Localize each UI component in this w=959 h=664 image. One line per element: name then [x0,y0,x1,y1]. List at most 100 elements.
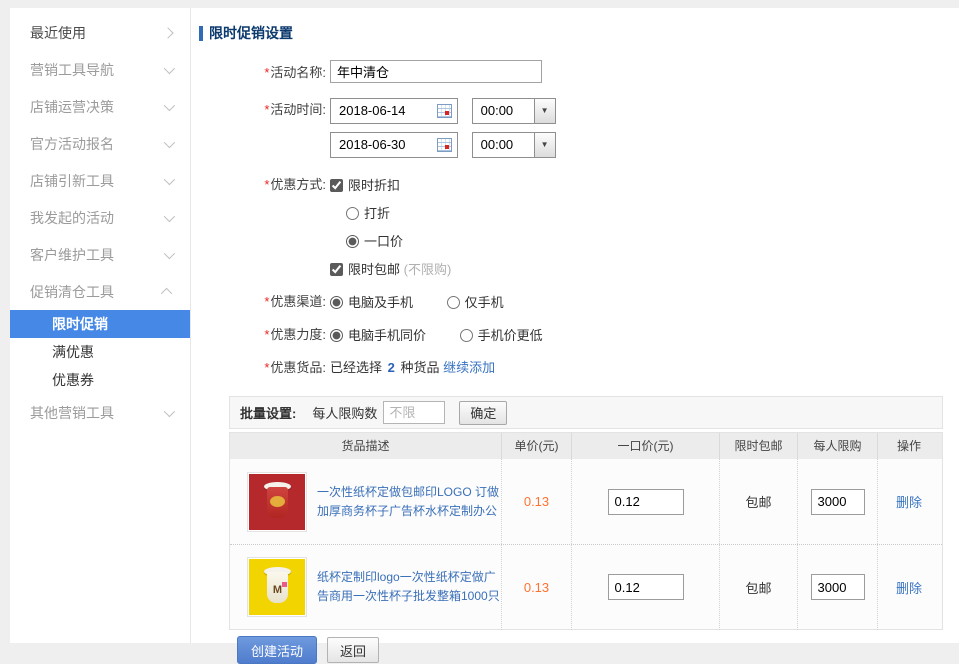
form-row-activity-time-start: *活动时间: 2018-06-14 00:00 ▼ [229,97,959,124]
fixed-price-input[interactable] [608,489,684,515]
end-time-select[interactable]: 00:00 ▼ [472,132,556,158]
product-title-link[interactable]: 纸杯定制印logo一次性纸杯定做广告商用一次性杯子批发整箱1000只 [317,568,501,606]
page: 最近使用 营销工具导航 店铺运营决策 官方活动报名 店铺引新工具 我发起的活动 … [0,0,959,643]
main-content: 限时促销设置 *活动名称: *活动时间: 2018-06-14 [191,8,959,643]
continue-add-link[interactable]: 继续添加 [443,360,495,375]
percent-off-option[interactable]: 打折 [346,206,390,221]
same-price-option[interactable]: 电脑手机同价 [330,328,430,343]
free-shipping-option[interactable]: 限时包邮 [330,262,404,277]
purchase-limit-input[interactable] [811,574,865,600]
required-mark: * [264,177,269,192]
delete-link[interactable]: 删除 [896,578,922,597]
product-title-link[interactable]: 一次性纸杯定做包邮印LOGO 订做加厚商务杯子广告杯水杯定制办公 [317,483,501,521]
title-accent-bar [199,26,203,41]
purchase-limit-input[interactable] [811,489,865,515]
sidebar-item-label: 其他营销工具 [30,403,114,423]
shipping-status: 包邮 [745,492,771,511]
header-op: 操作 [878,433,940,459]
sidebar-item-customer-tools[interactable]: 客户维护工具 [10,236,190,273]
chevron-down-icon[interactable]: ▼ [534,99,555,123]
delete-link[interactable]: 删除 [896,492,922,511]
same-price-radio[interactable] [330,329,343,342]
form-row-activity-name: *活动名称: [229,60,959,86]
page-title-text: 限时促销设置 [209,23,293,43]
header-price: 单价(元) [502,433,572,459]
activity-name-input[interactable] [330,60,542,83]
goods-label: *优惠货品: [229,355,326,381]
sidebar-item-marketing-nav[interactable]: 营销工具导航 [10,51,190,88]
free-shipping-checkbox[interactable] [330,263,343,276]
channel-mobile-only-option[interactable]: 仅手机 [447,295,504,310]
start-time-select[interactable]: 00:00 ▼ [472,98,556,124]
sidebar-item-traffic-tools[interactable]: 店铺引新工具 [10,162,190,199]
chevron-down-icon [164,99,175,110]
sidebar-item-recent[interactable]: 最近使用 [10,14,190,51]
chevron-down-icon [164,173,175,184]
per-person-limit-label: 每人限购数 [312,403,377,422]
sidebar-item-label: 店铺引新工具 [30,171,114,191]
sidebar-item-my-activities[interactable]: 我发起的活动 [10,199,190,236]
required-mark: * [264,327,269,342]
form-row-goods: *优惠货品: 已经选择 2 种货品 继续添加 [229,355,959,381]
sidebar: 最近使用 营销工具导航 店铺运营决策 官方活动报名 店铺引新工具 我发起的活动 … [10,8,191,643]
sidebar-item-clearance-tools[interactable]: 促销清仓工具 [10,273,190,310]
sidebar-item-other-marketing[interactable]: 其他营销工具 [10,394,190,431]
calendar-icon[interactable] [437,104,452,118]
goods-table: 货品描述 单价(元) 一口价(元) 限时包邮 每人限购 操作 [229,432,943,630]
free-shipping-note: (不限购) [404,262,452,277]
mobile-lower-radio[interactable] [460,329,473,342]
header-limit: 每人限购 [798,433,878,459]
chevron-down-icon[interactable]: ▼ [534,133,555,157]
chevron-down-icon [164,62,175,73]
start-time-value: 00:00 [473,99,534,123]
batch-settings-title: 批量设置: [240,403,296,422]
create-activity-button[interactable]: 创建活动 [237,636,317,664]
sidebar-subitem-full-discount[interactable]: 满优惠 [10,338,190,366]
end-date-value: 2018-06-30 [331,132,406,158]
channel-pc-mobile-radio[interactable] [330,296,343,309]
sidebar-subitem-coupon[interactable]: 优惠券 [10,366,190,394]
red-paper-cup-image [249,474,305,530]
mobile-lower-option[interactable]: 手机价更低 [460,328,543,343]
fixed-price-input[interactable] [608,574,684,600]
table-row: M 纸杯定制印logo一次性纸杯定做广告商用一次性杯子批发整箱1000只 0.1… [230,544,942,629]
back-button[interactable]: 返回 [327,637,379,663]
fixed-price-option[interactable]: 一口价 [346,234,403,249]
confirm-button[interactable]: 确定 [459,401,507,425]
goods-count: 2 [386,360,397,375]
fixed-price-radio[interactable] [346,235,359,248]
sidebar-item-label: 客户维护工具 [30,245,114,265]
end-date-input[interactable]: 2018-06-30 [330,132,458,158]
chevron-down-icon [164,247,175,258]
activity-name-label: *活动名称: [229,60,326,86]
per-person-limit-input[interactable] [383,401,445,424]
flash-discount-checkbox[interactable] [330,179,343,192]
header-shipping: 限时包邮 [720,433,798,459]
discount-method-label: *优惠方式: [229,172,326,198]
channel-mobile-only-radio[interactable] [447,296,460,309]
chevron-up-icon [161,287,172,298]
channel-label: *优惠渠道: [229,289,326,315]
chevron-down-icon [164,210,175,221]
sidebar-item-official-events[interactable]: 官方活动报名 [10,125,190,162]
start-date-input[interactable]: 2018-06-14 [330,98,458,124]
channel-pc-mobile-option[interactable]: 电脑及手机 [330,295,417,310]
sidebar-item-shop-ops[interactable]: 店铺运营决策 [10,88,190,125]
goods-table-zone: 批量设置: 每人限购数 确定 货品描述 单价(元) 一口价(元) 限时包邮 每人… [229,396,943,630]
end-time-value: 00:00 [473,133,534,157]
form-row-channel: *优惠渠道: 电脑及手机 仅手机 [229,289,959,317]
required-mark: * [264,65,269,80]
product-image: M [247,557,307,617]
goods-unit-text: 种货品 [401,360,440,375]
batch-settings-bar: 批量设置: 每人限购数 确定 [229,396,943,429]
flash-discount-option[interactable]: 限时折扣 [330,178,400,193]
yellow-paper-cup-image: M [249,559,305,615]
activity-time-label: *活动时间: [229,97,326,123]
calendar-icon[interactable] [437,138,452,152]
sidebar-subitem-flash-promo[interactable]: 限时促销 [10,310,190,338]
page-title: 限时促销设置 [199,23,959,43]
form-row-activity-time-end: 2018-06-30 00:00 ▼ [229,132,959,159]
percent-off-radio[interactable] [346,207,359,220]
product-image [247,472,307,532]
sidebar-item-label: 我发起的活动 [30,208,114,228]
